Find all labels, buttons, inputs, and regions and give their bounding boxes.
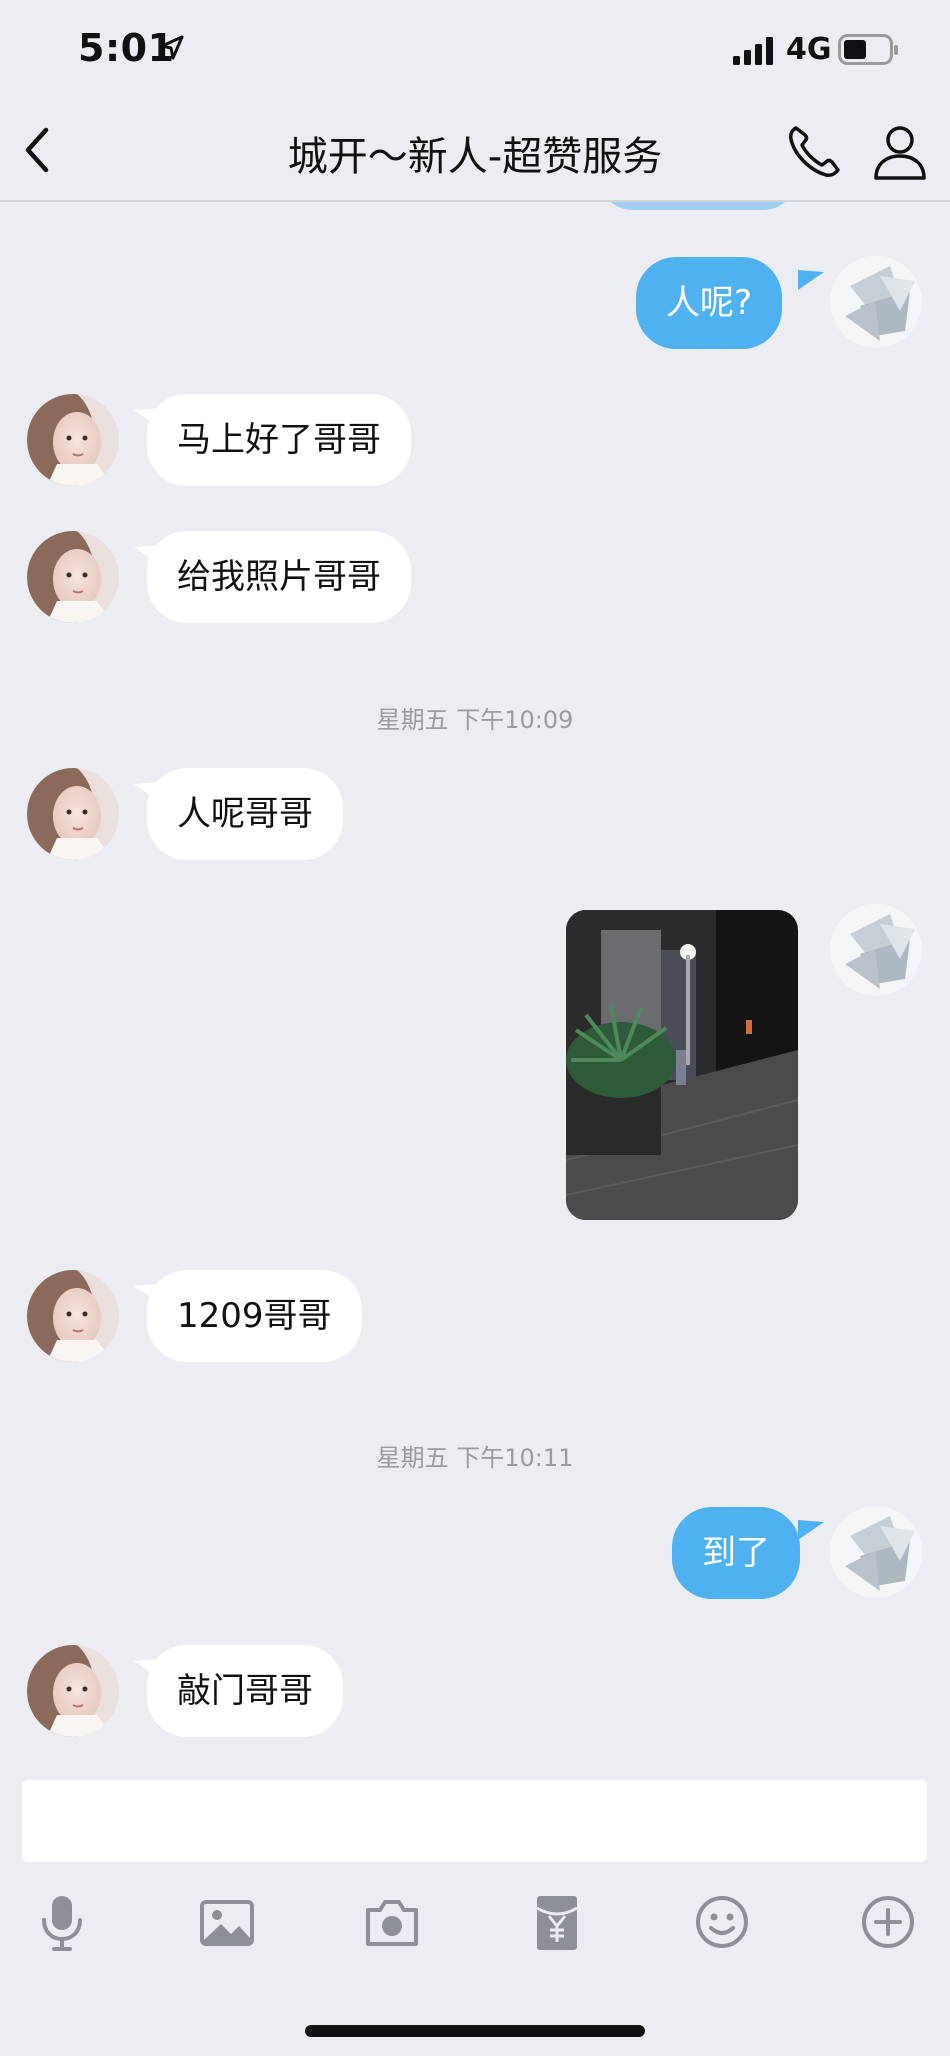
my-avatar[interactable] <box>830 1506 922 1598</box>
chat-header: 城开～新人-超赞服务 <box>0 100 950 202</box>
my-avatar[interactable] <box>830 904 922 996</box>
contact-avatar[interactable] <box>27 394 119 486</box>
signal-icon <box>733 37 773 65</box>
red-packet-icon[interactable] <box>525 1890 589 1954</box>
camera-icon[interactable] <box>360 1890 424 1954</box>
input-toolbar <box>0 1890 950 1960</box>
contact-profile-icon[interactable] <box>868 120 932 184</box>
bubble-tail <box>798 1520 824 1540</box>
phone-call-icon[interactable] <box>782 120 846 184</box>
sent-photo[interactable] <box>566 910 798 1220</box>
message-timestamp: 星期五 下午10:11 <box>376 1444 574 1472</box>
message-bubble[interactable]: 马上好了哥哥 <box>147 394 411 486</box>
location-arrow-icon <box>160 35 184 60</box>
message-bubble[interactable]: 人呢哥哥 <box>147 768 343 860</box>
message-input[interactable] <box>22 1780 927 1862</box>
microphone-icon[interactable] <box>30 1890 94 1954</box>
my-avatar[interactable] <box>830 256 922 348</box>
bubble-tail <box>798 270 824 290</box>
image-icon[interactable] <box>195 1890 259 1954</box>
emoji-icon[interactable] <box>690 1890 754 1954</box>
status-bar: 5:01 4G <box>0 0 950 100</box>
contact-avatar[interactable] <box>27 531 119 623</box>
network-type: 4G <box>786 32 832 67</box>
contact-avatar[interactable] <box>27 1270 119 1362</box>
message-bubble[interactable]: 敲门哥哥 <box>147 1645 343 1737</box>
contact-avatar[interactable] <box>27 768 119 860</box>
message-bubble[interactable]: 到了 <box>672 1507 800 1599</box>
home-indicator[interactable] <box>305 2025 645 2037</box>
message-timestamp: 星期五 下午10:09 <box>376 706 574 734</box>
message-bubble[interactable]: 1209哥哥 <box>147 1270 362 1362</box>
plus-icon[interactable] <box>856 1890 920 1954</box>
message-bubble[interactable]: 人呢? <box>636 257 783 349</box>
contact-avatar[interactable] <box>27 1645 119 1737</box>
battery-icon <box>838 34 898 65</box>
message-bubble[interactable]: 给我照片哥哥 <box>147 531 411 623</box>
